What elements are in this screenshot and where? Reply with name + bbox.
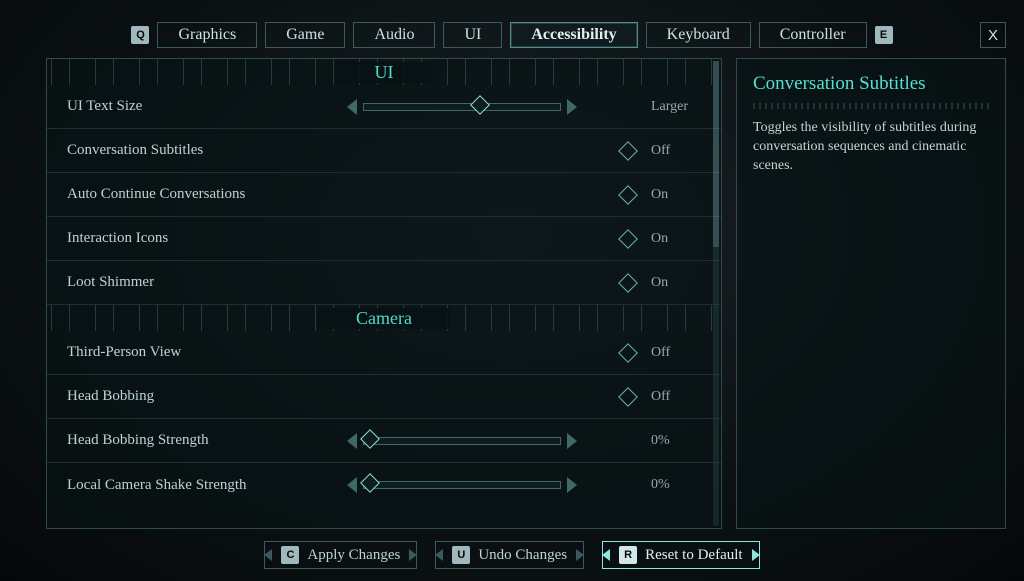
settings-scroll[interactable]: UI UI Text Size Larger Conversation Subtitl…	[47, 59, 721, 528]
setting-row[interactable]: Local Camera Shake Strength 0%	[47, 463, 721, 507]
diamond-icon[interactable]	[618, 185, 638, 205]
tab-ui[interactable]: UI	[443, 22, 502, 48]
slider-right-arrow-icon[interactable]	[567, 477, 577, 493]
tab-graphics[interactable]: Graphics	[157, 22, 257, 48]
top-tab-bar: Q Graphics Game Audio UI Accessibility Keyboa…	[0, 22, 1024, 48]
slider-left-arrow-icon[interactable]	[347, 99, 357, 115]
setting-row[interactable]: Loot Shimmer On	[47, 261, 721, 305]
reset-default-button[interactable]: R Reset to Default	[602, 541, 759, 569]
setting-control: Larger	[347, 99, 701, 115]
settings-panel: UI UI Text Size Larger Conversation Subtitl…	[46, 58, 722, 529]
setting-label: Head Bobbing Strength	[67, 432, 347, 449]
setting-control: On	[347, 187, 701, 203]
setting-row[interactable]: UI Text Size Larger	[47, 85, 721, 129]
main-panels: UI UI Text Size Larger Conversation Subtitl…	[46, 58, 1006, 529]
slider-track[interactable]	[363, 103, 561, 111]
setting-row[interactable]: Third-Person View Off	[47, 331, 721, 375]
setting-label: UI Text Size	[67, 98, 347, 115]
section-header-ui: UI	[47, 59, 721, 85]
setting-label: Loot Shimmer	[67, 274, 347, 291]
undo-changes-button[interactable]: U Undo Changes	[435, 541, 584, 569]
setting-control: 0%	[347, 477, 701, 493]
info-title: Conversation Subtitles	[753, 73, 989, 95]
tab-controller[interactable]: Controller	[759, 22, 867, 48]
slider[interactable]	[347, 99, 577, 115]
prev-tab-key: Q	[131, 26, 149, 44]
setting-control: Off	[347, 143, 701, 159]
slider-left-arrow-icon[interactable]	[347, 433, 357, 449]
tab-audio[interactable]: Audio	[353, 22, 435, 48]
slider-thumb-icon[interactable]	[360, 473, 380, 493]
setting-row[interactable]: Auto Continue Conversations On	[47, 173, 721, 217]
slider-left-arrow-icon[interactable]	[347, 477, 357, 493]
setting-control: Off	[347, 345, 701, 361]
setting-value: Larger	[651, 99, 701, 115]
info-body: Toggles the visibility of subtitles duri…	[753, 119, 989, 176]
setting-value: On	[651, 275, 701, 291]
slider-track[interactable]	[363, 481, 561, 489]
slider-right-arrow-icon[interactable]	[567, 99, 577, 115]
setting-value: Off	[651, 143, 701, 159]
close-button[interactable]: X	[980, 22, 1006, 48]
setting-label: Conversation Subtitles	[67, 142, 347, 159]
info-panel: Conversation Subtitles Toggles the visib…	[736, 58, 1006, 529]
slider-right-arrow-icon[interactable]	[567, 433, 577, 449]
setting-value: Off	[651, 389, 701, 405]
setting-value: 0%	[651, 433, 701, 449]
setting-label: Interaction Icons	[67, 230, 347, 247]
setting-label: Local Camera Shake Strength	[67, 477, 347, 494]
setting-value: 0%	[651, 477, 701, 493]
diamond-icon[interactable]	[618, 387, 638, 407]
next-tab-key: E	[875, 26, 893, 44]
setting-row[interactable]: Interaction Icons On	[47, 217, 721, 261]
slider-track[interactable]	[363, 437, 561, 445]
reset-key-badge: R	[619, 546, 637, 564]
slider[interactable]	[347, 477, 577, 493]
tab-accessibility[interactable]: Accessibility	[510, 22, 637, 48]
footer-actions: C Apply Changes U Undo Changes R Reset t…	[0, 541, 1024, 569]
apply-changes-button[interactable]: C Apply Changes	[264, 541, 417, 569]
setting-value: On	[651, 187, 701, 203]
reset-label: Reset to Default	[645, 547, 742, 564]
setting-row[interactable]: Head Bobbing Off	[47, 375, 721, 419]
setting-control: Off	[347, 389, 701, 405]
undo-label: Undo Changes	[478, 547, 567, 564]
setting-value: On	[651, 231, 701, 247]
slider[interactable]	[347, 433, 577, 449]
setting-row[interactable]: Head Bobbing Strength 0%	[47, 419, 721, 463]
scrollbar[interactable]	[713, 61, 719, 526]
setting-value: Off	[651, 345, 701, 361]
apply-label: Apply Changes	[307, 547, 400, 564]
slider-thumb-icon[interactable]	[360, 429, 380, 449]
diamond-icon[interactable]	[618, 141, 638, 161]
apply-key-badge: C	[281, 546, 299, 564]
diamond-icon[interactable]	[618, 229, 638, 249]
setting-control: On	[347, 231, 701, 247]
tab-game[interactable]: Game	[265, 22, 345, 48]
setting-label: Head Bobbing	[67, 388, 347, 405]
diamond-icon[interactable]	[618, 273, 638, 293]
diamond-icon[interactable]	[618, 343, 638, 363]
setting-label: Auto Continue Conversations	[67, 186, 347, 203]
setting-row[interactable]: Conversation Subtitles Off	[47, 129, 721, 173]
section-header-camera: Camera	[47, 305, 721, 331]
setting-control: On	[347, 275, 701, 291]
undo-key-badge: U	[452, 546, 470, 564]
slider-thumb-icon[interactable]	[470, 95, 490, 115]
tab-keyboard[interactable]: Keyboard	[646, 22, 751, 48]
setting-control: 0%	[347, 433, 701, 449]
setting-label: Third-Person View	[67, 344, 347, 361]
info-divider	[753, 103, 989, 109]
